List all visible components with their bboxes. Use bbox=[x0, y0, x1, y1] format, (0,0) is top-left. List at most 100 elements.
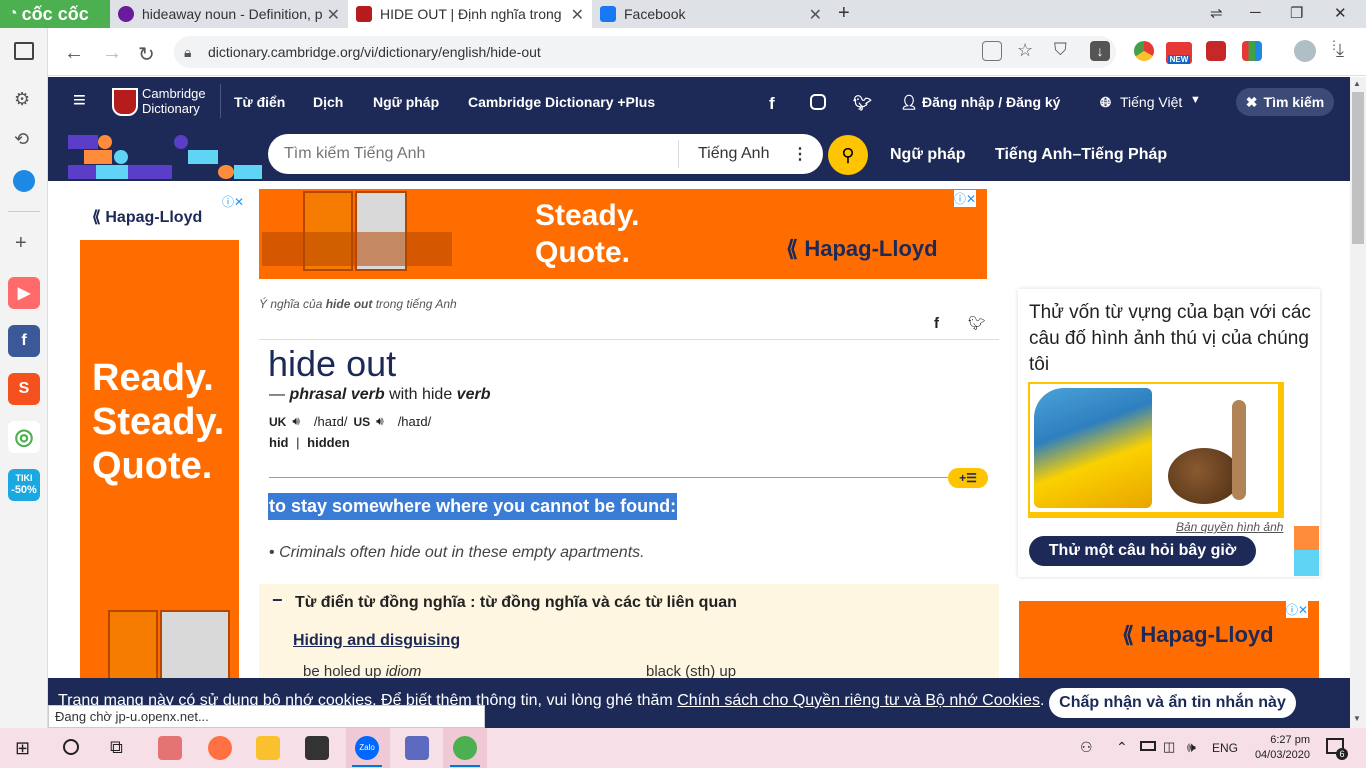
add-sidebar-item-icon[interactable]: + bbox=[15, 232, 27, 255]
tiki-label: TIKI bbox=[15, 473, 33, 483]
new-tab-button[interactable]: + bbox=[838, 2, 850, 25]
settings-gear-icon[interactable]: ⚙ bbox=[14, 89, 30, 110]
shield-icon[interactable]: ⛉ bbox=[1054, 40, 1067, 60]
close-window-button[interactable]: ✕ bbox=[1334, 4, 1347, 22]
history-icon[interactable]: ⟲ bbox=[14, 129, 29, 150]
profile-avatar[interactable] bbox=[1294, 40, 1316, 62]
messenger-icon[interactable] bbox=[13, 170, 35, 192]
facebook-share-icon[interactable]: f bbox=[769, 94, 775, 114]
hamburger-menu-icon[interactable]: ≡ bbox=[73, 89, 86, 111]
dictionary-select[interactable]: Tiếng Anh bbox=[698, 145, 769, 163]
bookmark-star-icon[interactable]: ☆ bbox=[1017, 40, 1033, 61]
thesaurus-topic-link[interactable]: Hiding and disguising bbox=[293, 632, 460, 650]
restore-tabs-icon[interactable]: ⇌ bbox=[1210, 4, 1223, 22]
lock-icon[interactable]: 🔒︎ bbox=[184, 44, 191, 61]
login-link[interactable]: Đăng nhập / Đăng ký bbox=[922, 94, 1060, 110]
tab-hide-out[interactable]: HIDE OUT | Định nghĩa trong ✕ bbox=[348, 0, 592, 28]
add-to-list-button[interactable]: +☰ bbox=[948, 468, 988, 488]
show-hidden-icons[interactable]: ⌃ bbox=[1116, 739, 1128, 756]
pos-with: with hide bbox=[389, 386, 453, 403]
breadcrumb: Ý nghĩa của hide out trong tiếng Anh bbox=[259, 297, 457, 311]
tab-facebook[interactable]: Facebook ✕ bbox=[592, 0, 830, 28]
language-select[interactable]: Tiếng Việt bbox=[1120, 94, 1182, 110]
nav-translate[interactable]: Dịch bbox=[313, 94, 343, 110]
forward-button[interactable]: → bbox=[102, 42, 122, 65]
input-language[interactable]: ENG bbox=[1212, 741, 1238, 755]
shopee-icon[interactable]: S bbox=[8, 373, 40, 405]
twitter-share-icon[interactable]: 🐦︎ bbox=[968, 315, 986, 332]
scrollbar-thumb[interactable] bbox=[1352, 92, 1364, 244]
globe-icon[interactable]: 🌐︎ bbox=[1100, 94, 1111, 111]
download-page-icon[interactable]: ↓ bbox=[1090, 41, 1110, 61]
tab-hideaway[interactable]: hideaway noun - Definition, p ✕ bbox=[110, 0, 348, 28]
new-extension-icon[interactable]: NEW bbox=[1166, 42, 1192, 64]
taskbar-app-icon[interactable] bbox=[158, 736, 182, 760]
volume-icon[interactable]: 🕪︎ bbox=[1187, 739, 1196, 756]
youtube-icon[interactable]: ▶ bbox=[8, 277, 40, 309]
cambridge-shield-logo-icon[interactable] bbox=[112, 88, 138, 116]
clock[interactable]: 6:27 pm 04/03/2020 bbox=[1250, 733, 1310, 763]
file-explorer-icon[interactable] bbox=[256, 736, 280, 760]
user-icon[interactable]: 👤︎ bbox=[900, 94, 918, 111]
coccoc-taskbar-icon[interactable] bbox=[453, 736, 477, 760]
sidebar-toggle-icon[interactable] bbox=[14, 42, 34, 60]
ad-choices-icon[interactable]: ⓘ✕ bbox=[954, 190, 977, 207]
search-input[interactable] bbox=[284, 142, 664, 166]
back-button[interactable]: ← bbox=[64, 42, 84, 65]
close-tab-icon[interactable]: ✕ bbox=[571, 5, 584, 25]
site-logo[interactable]: Cambridge Dictionary bbox=[142, 86, 206, 116]
cookie-accept-button[interactable]: Chấp nhận và ẩn tin nhắn này bbox=[1049, 688, 1296, 718]
twitter-icon[interactable]: 🐦︎ bbox=[853, 94, 872, 112]
instagram-icon[interactable] bbox=[810, 94, 826, 110]
us-audio-icon[interactable]: 🔊︎ bbox=[376, 414, 384, 429]
quiz-start-button[interactable]: Thử một câu hỏi bây giờ bbox=[1029, 536, 1256, 566]
nav-dictionary[interactable]: Từ điển bbox=[234, 94, 285, 110]
reload-button[interactable]: ↻ bbox=[138, 42, 155, 67]
battery-icon[interactable] bbox=[1140, 741, 1156, 751]
scroll-up-icon[interactable]: ▲ bbox=[1353, 79, 1361, 88]
tiki-icon[interactable]: TIKI -50% bbox=[8, 469, 40, 501]
image-credit-link[interactable]: Bản quyền hình ảnh bbox=[1176, 520, 1283, 534]
facebook-share-icon[interactable]: f bbox=[934, 315, 939, 332]
example-text: Criminals often hide out in these empty … bbox=[279, 544, 645, 561]
ad-choices-icon[interactable]: ⓘ✕ bbox=[1286, 601, 1309, 618]
example-sentence: • Criminals often hide out in these empt… bbox=[269, 544, 645, 562]
grammar-link[interactable]: Ngữ pháp bbox=[890, 146, 966, 164]
search-button[interactable]: ⚲ bbox=[828, 135, 868, 175]
close-icon: ✖ bbox=[1245, 93, 1258, 110]
search-icon[interactable] bbox=[63, 739, 79, 755]
network-icon[interactable]: ◫ bbox=[1163, 739, 1175, 755]
thesaurus-title[interactable]: Từ điển từ đồng nghĩa : từ đồng nghĩa và… bbox=[295, 594, 737, 612]
nav-grammar[interactable]: Ngữ pháp bbox=[373, 94, 439, 110]
search-toggle-button[interactable]: ✖ Tìm kiếm bbox=[1236, 88, 1334, 116]
cookie-policy-link[interactable]: Chính sách cho Quyền riêng tư và Bộ nhớ … bbox=[677, 692, 1040, 709]
task-view-icon[interactable]: ⧉ bbox=[110, 737, 123, 758]
nav-plus[interactable]: Cambridge Dictionary +Plus bbox=[468, 94, 655, 110]
downloads-icon[interactable]: ⤓ bbox=[1336, 40, 1344, 61]
url-text[interactable]: dictionary.cambridge.org/vi/dictionary/e… bbox=[208, 44, 541, 60]
people-icon[interactable]: ⚇ bbox=[1080, 739, 1093, 756]
minimize-button[interactable]: ─ bbox=[1250, 4, 1261, 21]
extension-red-icon[interactable] bbox=[1206, 41, 1226, 61]
facebook-icon[interactable]: f bbox=[8, 325, 40, 357]
taskbar-app-icon[interactable] bbox=[405, 736, 429, 760]
close-tab-icon[interactable]: ✕ bbox=[809, 5, 822, 25]
taskbar-paint-icon[interactable] bbox=[208, 736, 232, 760]
extension-colorful-icon[interactable] bbox=[1242, 41, 1262, 61]
collapse-icon[interactable]: − bbox=[272, 590, 283, 611]
coccoc-extension-icon[interactable]: ◎ bbox=[8, 421, 40, 453]
zalo-icon[interactable]: Zalo bbox=[355, 736, 379, 760]
taskbar-notes-icon[interactable] bbox=[305, 736, 329, 760]
close-tab-icon[interactable]: ✕ bbox=[327, 5, 340, 25]
english-french-link[interactable]: Tiếng Anh–Tiếng Pháp bbox=[995, 146, 1167, 164]
ad-choices-icon[interactable]: ⓘ✕ bbox=[222, 193, 244, 210]
translate-icon[interactable] bbox=[982, 41, 1002, 61]
hapag-lloyd-logo: ⟪ Hapag-Lloyd bbox=[92, 207, 202, 227]
windows-start-icon[interactable]: ⊞ bbox=[15, 738, 30, 759]
more-options-icon[interactable]: ⋮ bbox=[792, 144, 808, 164]
scroll-down-icon[interactable]: ▼ bbox=[1353, 714, 1361, 723]
uk-audio-icon[interactable]: 🔊︎ bbox=[292, 414, 300, 429]
coccoc-menu-button[interactable]: ◔ cốc cốc bbox=[0, 0, 110, 28]
extension-chrome-icon[interactable] bbox=[1134, 41, 1154, 61]
maximize-button[interactable]: ❐ bbox=[1290, 4, 1303, 22]
